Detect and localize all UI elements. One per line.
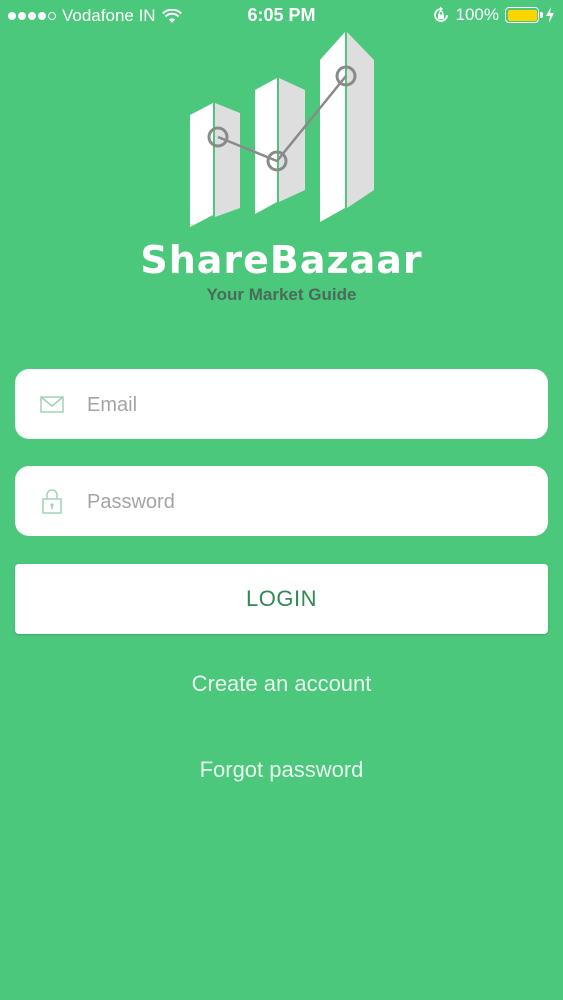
password-input[interactable] (85, 466, 529, 538)
email-field-container (15, 369, 548, 441)
bar-chart-trend-icon (190, 32, 374, 227)
battery-percent: 100% (455, 5, 499, 24)
login-button[interactable]: LOGIN (15, 564, 548, 634)
password-field-container (15, 466, 548, 538)
envelope-icon (40, 396, 64, 413)
status-bar: Vodafone IN 6:05 PM 100% (0, 0, 563, 32)
lock-icon (42, 489, 62, 514)
battery-icon (505, 7, 543, 23)
brand-name: ShareBazaar (140, 238, 423, 282)
create-account-link[interactable]: Create an account (0, 670, 563, 698)
charging-bolt-icon (546, 7, 554, 23)
status-right: 100% (432, 5, 555, 25)
battery-fill (507, 9, 537, 21)
rotation-lock-icon (433, 6, 448, 22)
email-input[interactable] (85, 369, 529, 441)
forgot-password-link[interactable]: Forgot password (0, 756, 563, 784)
brand-tagline: Your Market Guide (206, 285, 357, 304)
